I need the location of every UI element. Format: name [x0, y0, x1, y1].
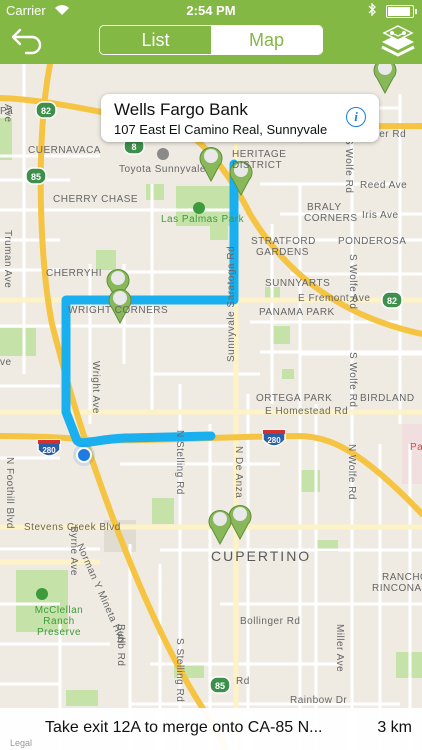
directions-bar[interactable]: Take exit 12A to merge onto CA-85 N... 3…	[0, 708, 422, 750]
park-poi-icon	[193, 202, 205, 214]
svg-text:280: 280	[267, 436, 281, 445]
shield-82-right: 82	[381, 291, 403, 309]
map-label: CORNERS	[304, 213, 358, 224]
map-label: E Homestead Rd	[265, 406, 349, 417]
clock: 2:54 PM	[186, 3, 236, 18]
map-label: Sunnyvale Saratoga Rd	[226, 245, 237, 362]
map-label: CUERNAVACA	[28, 145, 101, 156]
park-poi-icon	[36, 588, 48, 600]
map-label: PANAMA PARK	[259, 307, 335, 318]
view-segmented-control: List Map	[99, 25, 323, 55]
shield-85-top: 85	[25, 167, 47, 185]
map-label: Miller Ave	[334, 624, 345, 673]
park-area	[0, 118, 12, 160]
svg-text:85: 85	[31, 172, 41, 182]
map-label: N De Anza	[233, 446, 244, 499]
direction-instruction: Take exit 12A to merge onto CA-85 N...	[45, 719, 323, 736]
svg-text:280: 280	[42, 446, 56, 455]
route-layers-icon[interactable]	[380, 22, 416, 62]
tab-map[interactable]: Map	[211, 26, 322, 54]
car-dealer-icon	[157, 148, 169, 160]
map-label: E Fremont Ave	[298, 293, 371, 304]
map-label: HERITAGE	[232, 149, 287, 160]
park-area	[66, 690, 98, 706]
map-label: McClellan Ranch Preserve	[34, 605, 84, 638]
map-label: S Stelling Rd	[174, 638, 185, 703]
map-label: Pa	[0, 106, 14, 117]
callout-address: 107 East El Camino Real, Sunnyvale	[114, 122, 328, 137]
map-label: BRALY	[307, 202, 342, 213]
map-label: S Wolfe Rd	[343, 138, 354, 194]
map-label: Bubb Rd	[115, 624, 126, 667]
map-label: GARDENS	[256, 247, 309, 258]
map-label: Iris Ave	[362, 210, 399, 221]
map-label: N Wolfe Rd	[346, 444, 357, 500]
map-label: Toyota Sunnyvale	[119, 164, 206, 175]
map-label: Rd	[236, 676, 250, 687]
map-view[interactable]: 280 280 82 82 85 85 8 CUERNAVACA Toyota …	[0, 59, 422, 750]
map-label: RANCHO	[382, 572, 422, 583]
svg-text:85: 85	[215, 681, 225, 691]
map-label: BIRDLAND	[360, 393, 415, 404]
map-label: Rainbow Dr	[290, 695, 348, 706]
park-area	[152, 498, 174, 524]
map-label: CUPERTINO	[211, 548, 312, 564]
shield-280-mid: 280	[262, 429, 286, 447]
atm-pin[interactable]	[207, 507, 233, 545]
map-label: S Wolfe Rd	[347, 352, 358, 408]
svg-text:8: 8	[131, 142, 136, 152]
map-label: N Foothill Blvd	[4, 457, 15, 529]
map-label: CHERRYHI	[46, 268, 103, 279]
map-label: ORTEGA PARK	[256, 393, 333, 404]
map-label: Wright Ave	[90, 361, 101, 414]
location-callout[interactable]: Wells Fargo Bank 107 East El Camino Real…	[101, 94, 379, 142]
direction-distance: 3 km	[377, 719, 412, 736]
map-label: STRATFORD	[251, 236, 316, 247]
park-area	[0, 328, 36, 356]
tab-list[interactable]: List	[100, 26, 211, 54]
back-arrow-icon[interactable]	[10, 24, 44, 60]
park-area	[272, 326, 290, 344]
map-label: RINCONADA	[372, 583, 422, 594]
map-label: ve	[0, 357, 12, 368]
map-label: DISTRICT	[232, 160, 283, 171]
atm-pin[interactable]	[198, 144, 224, 182]
map-label: WRIGHT CORNERS	[68, 305, 169, 316]
map-label: PONDEROSA	[338, 236, 407, 247]
navigation-bar: List Map	[0, 20, 422, 64]
callout-title: Wells Fargo Bank	[114, 100, 248, 119]
map-label: Reed Ave	[360, 180, 408, 191]
map-label: Bollinger Rd	[240, 616, 301, 627]
map-label: N Stelling Rd	[174, 430, 185, 495]
svg-text:82: 82	[387, 296, 397, 306]
park-area	[146, 184, 164, 200]
info-icon[interactable]: i	[346, 107, 366, 127]
svg-text:82: 82	[41, 106, 51, 116]
shield-85-bottom: 85	[209, 676, 231, 694]
map-label: Truman Ave	[2, 230, 13, 289]
bluetooth-icon	[368, 3, 376, 16]
map-label: S Wolfe Rd	[347, 254, 358, 310]
hospital-area	[402, 424, 422, 484]
shield-280-left: 280	[37, 439, 61, 457]
shield-82-top: 82	[35, 101, 57, 119]
current-location-dot	[78, 449, 90, 461]
legal-link[interactable]: Legal	[10, 738, 32, 748]
status-bar: Carrier 2:54 PM	[0, 0, 422, 20]
map-label: Las Palmas Park	[161, 214, 245, 225]
park-area	[282, 369, 294, 379]
map-label: SUNNYARTS	[265, 278, 331, 289]
map-label: Pa	[410, 442, 422, 453]
battery-icon	[386, 5, 417, 18]
map-label: CHERRY CHASE	[53, 194, 139, 205]
